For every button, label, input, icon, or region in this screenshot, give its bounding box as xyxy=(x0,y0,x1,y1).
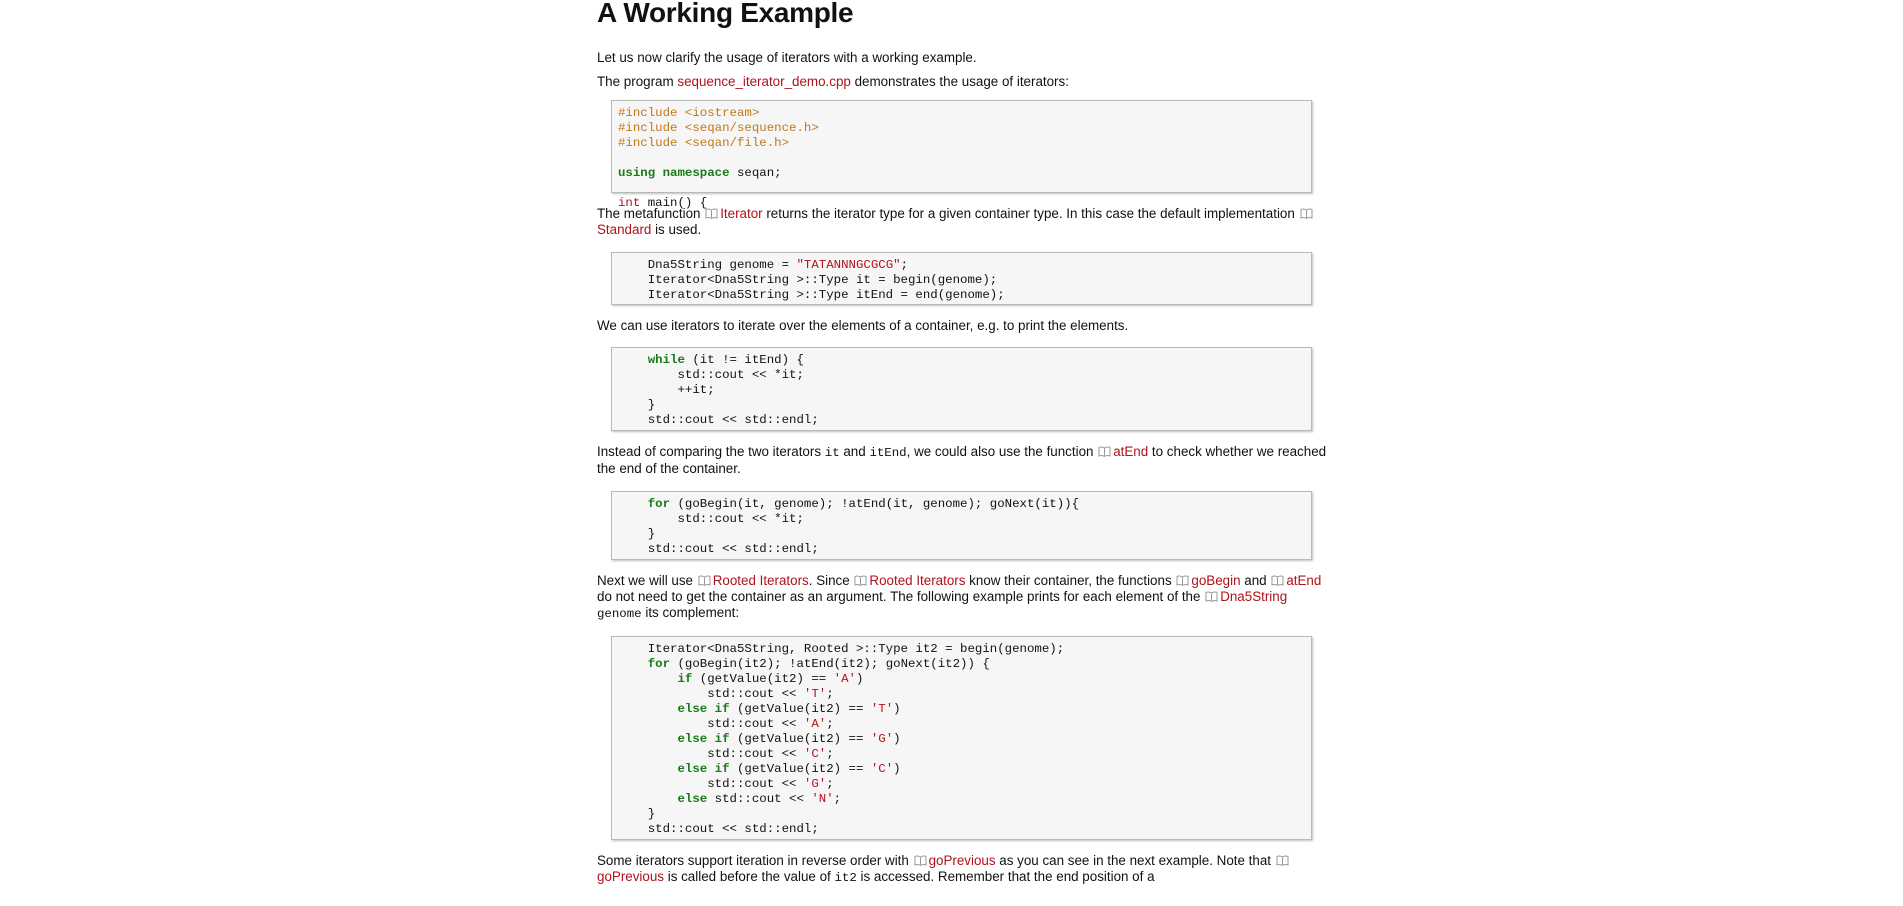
code-block-genome: Dna5String genome = "TATANNNGCGCG"; Iter… xyxy=(611,252,1312,305)
section-title: A Working Example xyxy=(597,0,854,28)
link-goprevious[interactable]: goPrevious xyxy=(929,853,996,868)
intro-paragraph: Let us now clarify the usage of iterator… xyxy=(597,50,977,65)
link-atend-2[interactable]: atEnd xyxy=(1286,573,1321,588)
link-atend[interactable]: atEnd xyxy=(1113,444,1148,459)
code-block-while: while (it != itEnd) { std::cout << *it; … xyxy=(611,347,1312,431)
book-icon xyxy=(914,855,927,866)
link-dna5string[interactable]: Dna5String xyxy=(1220,589,1287,604)
book-icon xyxy=(1271,575,1284,586)
link-sequence-iterator-demo[interactable]: sequence_iterator_demo.cpp xyxy=(677,74,850,89)
code-block-includes: #include <iostream> #include <seqan/sequ… xyxy=(611,100,1312,210)
iterate-paragraph: We can use iterators to iterate over the… xyxy=(597,318,1129,333)
metafunction-paragraph: The metafunction Iterator returns the it… xyxy=(597,206,1327,238)
link-rooted-iterators-2[interactable]: Rooted Iterators xyxy=(869,573,965,588)
atend-paragraph: Instead of comparing the two iterators i… xyxy=(597,444,1327,476)
program-paragraph: The program sequence_iterator_demo.cpp d… xyxy=(597,74,1069,89)
code-block-for: for (goBegin(it, genome); !atEnd(it, gen… xyxy=(611,491,1312,560)
link-gobegin[interactable]: goBegin xyxy=(1191,573,1240,588)
reverse-paragraph: Some iterators support iteration in reve… xyxy=(597,853,1327,886)
book-icon xyxy=(1098,446,1111,457)
link-rooted-iterators[interactable]: Rooted Iterators xyxy=(713,573,809,588)
book-icon xyxy=(854,575,867,586)
link-iterator[interactable]: Iterator xyxy=(720,206,762,221)
book-icon xyxy=(1276,855,1289,866)
book-icon xyxy=(705,208,718,219)
book-icon xyxy=(1205,591,1218,602)
link-goprevious-2[interactable]: goPrevious xyxy=(597,869,664,884)
rooted-paragraph: Next we will use Rooted Iterators. Since… xyxy=(597,573,1322,621)
link-standard[interactable]: Standard xyxy=(597,222,651,237)
code-block-complement: Iterator<Dna5String, Rooted >::Type it2 … xyxy=(611,636,1312,840)
book-icon xyxy=(698,575,711,586)
content-column: A Working Example Let us now clarify the… xyxy=(597,0,1327,886)
book-icon xyxy=(1176,575,1189,586)
book-icon xyxy=(1300,208,1313,219)
